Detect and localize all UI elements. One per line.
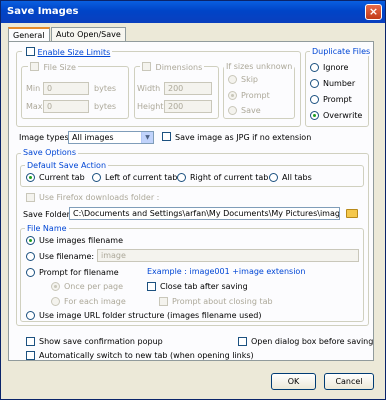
chevron-down-icon: ▼ [141,132,153,143]
open-dialog-checkbox[interactable] [238,337,247,346]
min-label: Min [26,84,41,93]
tab-general[interactable]: General [8,27,50,42]
file-size-label: File Size [43,63,76,72]
action-current-tab-radio[interactable] [26,173,35,182]
url-folder-structure-label: Use image URL folder structure (images f… [39,311,262,320]
close-tab-checkbox[interactable] [147,282,156,291]
confirm-popup-label: Show save confirmation popup [39,337,163,346]
unknown-skip-label: Skip [241,75,259,84]
filename-input[interactable]: image [97,249,359,262]
use-images-filename-label: Use images filename [39,236,123,245]
height-input[interactable]: 200 [164,100,212,113]
action-right-tab-radio[interactable] [177,173,186,182]
save-as-jpg-label: Save image as JPG if no extension [175,133,312,142]
min-unit-label: bytes [94,84,117,93]
confirm-popup-checkbox[interactable] [26,337,35,346]
action-left-tab-label: Left of current tab [105,173,178,182]
duplicate-number-label: Number [323,79,356,88]
dimensions-label: Dimensions [155,63,203,72]
enable-size-limits-checkbox[interactable] [26,47,35,56]
image-types-label: Image types [19,133,69,142]
save-options-legend: Save Options [21,148,79,157]
once-per-page-radio[interactable] [51,282,60,291]
for-each-image-radio[interactable] [51,297,60,306]
unknown-prompt-label: Prompt [241,91,270,100]
duplicate-ignore-label: Ignore [323,63,349,72]
height-label: Height [137,102,164,111]
image-types-value: All images [72,133,114,142]
close-tab-label: Close tab after saving [160,282,248,291]
url-folder-structure-radio[interactable] [26,311,35,320]
unknown-prompt-radio[interactable] [228,91,237,100]
dimensions-legend: Dimensions [140,62,205,72]
prompt-closing-tab-label: Prompt about closing tab [172,297,273,306]
duplicate-prompt-radio[interactable] [310,95,319,104]
action-current-tab-label: Current tab [39,173,85,182]
folder-icon[interactable] [346,209,358,218]
duplicate-prompt-label: Prompt [323,95,352,104]
enable-size-limits-label: Enable Size Limits [37,48,111,57]
width-label: Width [137,84,161,93]
duplicate-files-legend: Duplicate Files [310,47,373,56]
default-save-action-legend: Default Save Action [25,161,109,170]
save-folder-label: Save Folder [23,210,70,219]
duplicate-number-radio[interactable] [310,79,319,88]
file-name-legend: File Name [25,224,69,233]
once-per-page-label: Once per page [64,282,124,291]
ok-button[interactable]: OK [271,373,316,390]
save-folder-input[interactable]: C:\Documents and Settings\arfan\My Docum… [69,207,340,220]
open-dialog-label: Open dialog box before saving [251,337,374,346]
use-filename-radio[interactable] [26,252,35,261]
window-title: Save Images [7,6,79,17]
use-filename-label: Use filename: [39,252,95,261]
close-icon[interactable]: × [365,4,382,20]
duplicate-overwrite-label: Overwrite [323,111,363,120]
file-size-checkbox[interactable] [30,62,39,71]
size-limits-legend: Enable Size Limits [22,47,113,57]
auto-switch-checkbox[interactable] [26,351,35,360]
unknown-save-label: Save [241,106,261,115]
action-all-tabs-radio[interactable] [269,173,278,182]
prompt-for-filename-radio[interactable] [26,268,35,277]
unknown-skip-radio[interactable] [228,75,237,84]
dimensions-checkbox[interactable] [142,62,151,71]
firefox-downloads-checkbox[interactable] [26,193,35,202]
title-bar: Save Images × [1,1,385,23]
action-right-tab-label: Right of current tab [190,173,269,182]
unknown-save-radio[interactable] [228,106,237,115]
save-images-dialog: Save Images × General Auto Open/Save Ena… [0,0,386,400]
example-text: Example : image001 +image extension [147,267,306,276]
min-size-input[interactable]: 0 [43,82,89,95]
firefox-downloads-label: Use Firefox downloads folder : [39,193,160,202]
general-panel: Enable Size Limits File Size Min 0 bytes… [8,41,374,361]
duplicate-overwrite-radio[interactable] [310,111,319,120]
file-size-legend: File Size [28,62,78,72]
action-left-tab-radio[interactable] [92,173,101,182]
auto-switch-label: Automatically switch to new tab (when op… [39,351,254,360]
save-as-jpg-checkbox[interactable] [162,132,171,141]
for-each-image-label: For each image [64,297,126,306]
cancel-button[interactable]: Cancel [324,373,374,390]
tab-auto-open-save[interactable]: Auto Open/Save [51,27,126,41]
width-input[interactable]: 200 [164,82,212,95]
prompt-for-filename-label: Prompt for filename [39,268,119,277]
prompt-closing-tab-checkbox[interactable] [159,297,168,306]
duplicate-ignore-radio[interactable] [310,63,319,72]
if-sizes-unknown-legend: If sizes unknown [224,62,295,71]
use-images-filename-radio[interactable] [26,236,35,245]
image-types-select[interactable]: All images ▼ [68,131,154,144]
action-all-tabs-label: All tabs [282,173,312,182]
max-size-input[interactable]: 0 [43,100,89,113]
max-label: Max [26,102,43,111]
max-unit-label: bytes [94,102,117,111]
